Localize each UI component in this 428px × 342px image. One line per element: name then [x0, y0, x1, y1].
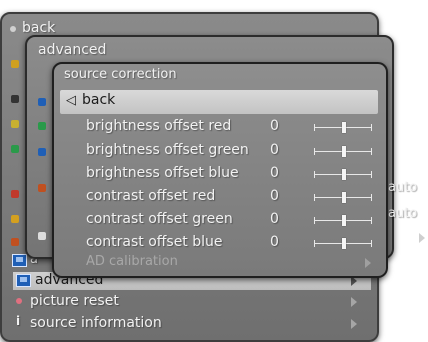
slider-knob[interactable]	[342, 238, 346, 249]
color-square-icon	[38, 184, 46, 192]
chevron-right-icon	[365, 258, 371, 268]
row-label: contrast offset red	[86, 188, 216, 204]
chevron-right-icon	[351, 297, 357, 307]
advanced-menu-title: advanced	[38, 42, 107, 58]
chevron-right-icon	[351, 319, 357, 329]
color-square-icon	[38, 122, 46, 130]
row-label: contrast offset blue	[86, 234, 223, 250]
row-value: 0	[270, 211, 279, 227]
slider[interactable]	[314, 192, 372, 203]
slider-knob[interactable]	[342, 146, 346, 157]
advanced-value-1: auto	[388, 180, 418, 195]
advanced-icon	[16, 274, 31, 287]
color-square-icon	[38, 98, 46, 106]
slider[interactable]	[314, 215, 372, 226]
back-label: back	[82, 92, 116, 108]
reset-icon	[16, 298, 22, 304]
color-dot-icon	[11, 215, 19, 223]
row-value: 0	[270, 142, 279, 158]
slider-knob[interactable]	[342, 169, 346, 180]
slider[interactable]	[314, 122, 372, 133]
row-value: 0	[270, 118, 279, 134]
color-square-icon	[38, 148, 46, 156]
advanced-value-2: auto	[388, 206, 418, 221]
advanced-icon	[12, 254, 27, 267]
menu-item-label: source information	[30, 315, 162, 331]
info-icon: i	[16, 314, 21, 328]
color-dot-icon	[11, 120, 19, 128]
menu-item-picture-reset[interactable]: picture reset	[13, 292, 371, 312]
color-dot-icon	[11, 95, 19, 103]
row-label: contrast offset green	[86, 211, 233, 227]
color-dot-icon	[11, 145, 19, 153]
back-bullet-icon	[10, 26, 16, 32]
row-label: AD calibration	[86, 254, 178, 269]
back-button[interactable]: ◁ back	[60, 90, 378, 114]
slider[interactable]	[314, 169, 372, 180]
row-ad-calibration: AD calibration	[60, 254, 378, 274]
row-brightness-offset-red[interactable]: brightness offset red 0	[60, 116, 378, 140]
color-dot-icon	[11, 190, 19, 198]
back-arrow-icon: ◁	[66, 93, 76, 108]
row-value: 0	[270, 234, 279, 250]
slider-knob[interactable]	[342, 192, 346, 203]
row-contrast-offset-blue[interactable]: contrast offset blue 0	[60, 232, 378, 256]
color-dot-icon	[11, 238, 19, 246]
panel-title: source correction	[64, 67, 177, 82]
row-brightness-offset-blue[interactable]: brightness offset blue 0	[60, 163, 378, 187]
menu-item-source-information[interactable]: i source information	[13, 314, 371, 334]
outer-back-item[interactable]: back	[22, 20, 55, 36]
row-label: brightness offset green	[86, 142, 249, 158]
menu-item-label: picture reset	[30, 293, 119, 309]
chevron-right-icon	[419, 233, 425, 243]
row-value: 0	[270, 165, 279, 181]
row-label: brightness offset blue	[86, 165, 239, 181]
row-label: brightness offset red	[86, 118, 232, 134]
row-contrast-offset-green[interactable]: contrast offset green 0	[60, 209, 378, 233]
slider-knob[interactable]	[342, 122, 346, 133]
color-square-icon	[38, 232, 46, 240]
slider[interactable]	[314, 146, 372, 157]
row-contrast-offset-red[interactable]: contrast offset red 0	[60, 186, 378, 210]
color-dot-icon	[11, 60, 19, 68]
row-brightness-offset-green[interactable]: brightness offset green 0	[60, 140, 378, 164]
row-value: 0	[270, 188, 279, 204]
slider[interactable]	[314, 238, 372, 249]
slider-knob[interactable]	[342, 215, 346, 226]
